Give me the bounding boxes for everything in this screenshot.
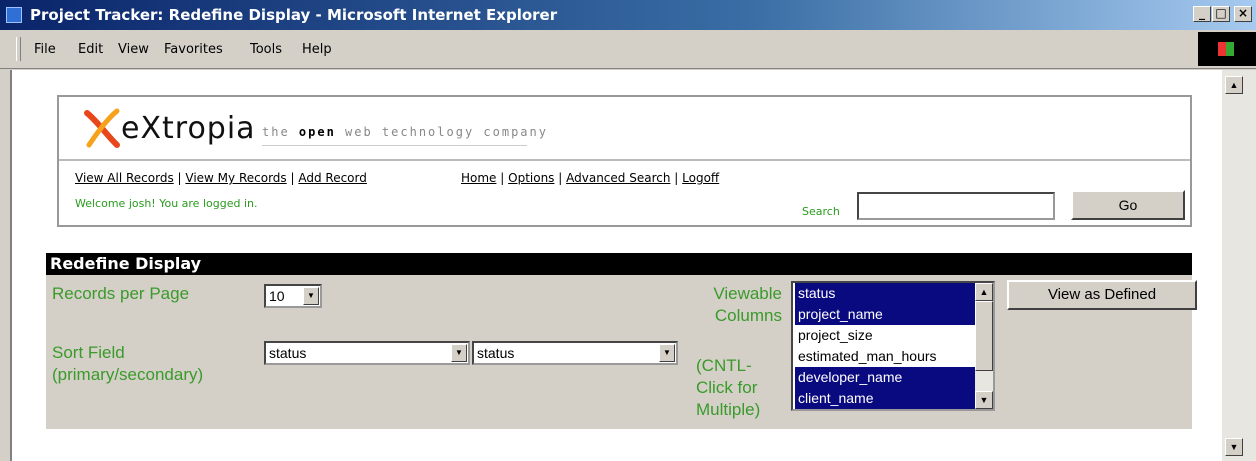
view-as-defined-button[interactable]: View as Defined — [1007, 280, 1197, 310]
nav-links-right: Home | Options | Advanced Search | Logof… — [461, 171, 720, 185]
window-title: Project Tracker: Redefine Display - Micr… — [30, 6, 558, 24]
search-input[interactable] — [857, 192, 1055, 220]
windows-logo-throbber — [1198, 32, 1256, 66]
maximize-button[interactable]: □ — [1212, 6, 1230, 22]
panel-title: Redefine Display — [46, 253, 1192, 275]
menu-file[interactable]: File — [34, 42, 56, 57]
extropia-logo-icon — [84, 108, 120, 148]
sort-field-sublabel: (primary/secondary) — [52, 365, 204, 384]
header-divider — [59, 159, 1190, 161]
listbox-scroll-thumb[interactable] — [975, 301, 993, 371]
sort-secondary-value: status — [477, 345, 515, 361]
sort-secondary-select[interactable]: status ▼ — [472, 341, 678, 365]
cntl-hint-2: Click for — [696, 378, 758, 397]
site-header: eXtropia the open web technology company… — [57, 95, 1192, 227]
menu-tools[interactable]: Tools — [250, 42, 282, 57]
nav-view-my-records[interactable]: View My Records — [185, 171, 286, 185]
scroll-down-icon[interactable]: ▼ — [975, 391, 993, 409]
minimize-button[interactable]: _ — [1193, 6, 1211, 22]
nav-links-left: View All Records | View My Records | Add… — [75, 171, 367, 185]
records-per-page-select[interactable]: 10 ▼ — [264, 284, 322, 308]
cntl-hint-3: Multiple) — [696, 400, 761, 419]
nav-logoff[interactable]: Logoff — [682, 171, 719, 185]
viewable-label: Viewable — [713, 284, 782, 303]
column-option[interactable]: status — [795, 283, 975, 304]
scroll-up-icon[interactable]: ▲ — [1225, 76, 1243, 94]
nav-view-all-records[interactable]: View All Records — [75, 171, 174, 185]
menu-favorites[interactable]: Favorites — [164, 42, 223, 57]
nav-options[interactable]: Options — [508, 171, 554, 185]
close-button[interactable]: × — [1234, 6, 1252, 22]
column-option[interactable]: client_name — [795, 388, 975, 409]
column-option[interactable]: project_size — [795, 325, 975, 346]
page-viewport: eXtropia the open web technology company… — [10, 70, 1224, 461]
windows-flag-icon — [1218, 42, 1234, 56]
nav-add-record[interactable]: Add Record — [298, 171, 367, 185]
menu-view[interactable]: View — [118, 42, 149, 57]
columns-label: Columns — [714, 306, 782, 325]
column-option[interactable]: project_name — [795, 304, 975, 325]
column-option[interactable]: estimated_man_hours — [795, 346, 975, 367]
sort-field-label: Sort Field — [52, 343, 125, 362]
page-scrollbar[interactable]: ▲ ▼ — [1222, 70, 1256, 461]
chevron-down-icon[interactable]: ▼ — [303, 287, 319, 305]
listbox-scrollbar[interactable]: ▲ ▼ — [975, 283, 993, 409]
redefine-display-panel: Records per Page 10 ▼ Sort Field (primar… — [46, 275, 1197, 429]
go-button[interactable]: Go — [1071, 190, 1185, 220]
tagline-underline — [262, 145, 527, 146]
logo-tagline: the open web technology company — [262, 125, 548, 139]
menu-bar: File Edit View Favorites Tools Help — [0, 30, 1256, 69]
column-option[interactable]: developer_name — [795, 367, 975, 388]
nav-advanced-search[interactable]: Advanced Search — [566, 171, 670, 185]
records-per-page-value: 10 — [269, 288, 285, 304]
search-label: Search — [802, 205, 840, 218]
records-per-page-label: Records per Page — [52, 284, 190, 303]
window-titlebar[interactable]: Project Tracker: Redefine Display - Micr… — [0, 0, 1256, 30]
cntl-hint-1: (CNTL- — [696, 356, 752, 375]
sort-primary-value: status — [269, 345, 307, 361]
nav-home[interactable]: Home — [461, 171, 496, 185]
menu-grip — [16, 37, 21, 61]
scroll-up-icon[interactable]: ▲ — [975, 283, 993, 301]
logo-wordmark: eXtropia — [121, 111, 256, 146]
viewable-columns-listbox[interactable]: status project_name project_size estimat… — [791, 281, 995, 411]
menu-help[interactable]: Help — [302, 42, 332, 57]
chevron-down-icon[interactable]: ▼ — [659, 344, 675, 362]
welcome-message: Welcome josh! You are logged in. — [75, 197, 258, 210]
ie-icon — [6, 7, 22, 23]
menu-edit[interactable]: Edit — [78, 42, 103, 57]
scroll-down-icon[interactable]: ▼ — [1225, 438, 1243, 456]
sort-primary-select[interactable]: status ▼ — [264, 341, 470, 365]
chevron-down-icon[interactable]: ▼ — [451, 344, 467, 362]
